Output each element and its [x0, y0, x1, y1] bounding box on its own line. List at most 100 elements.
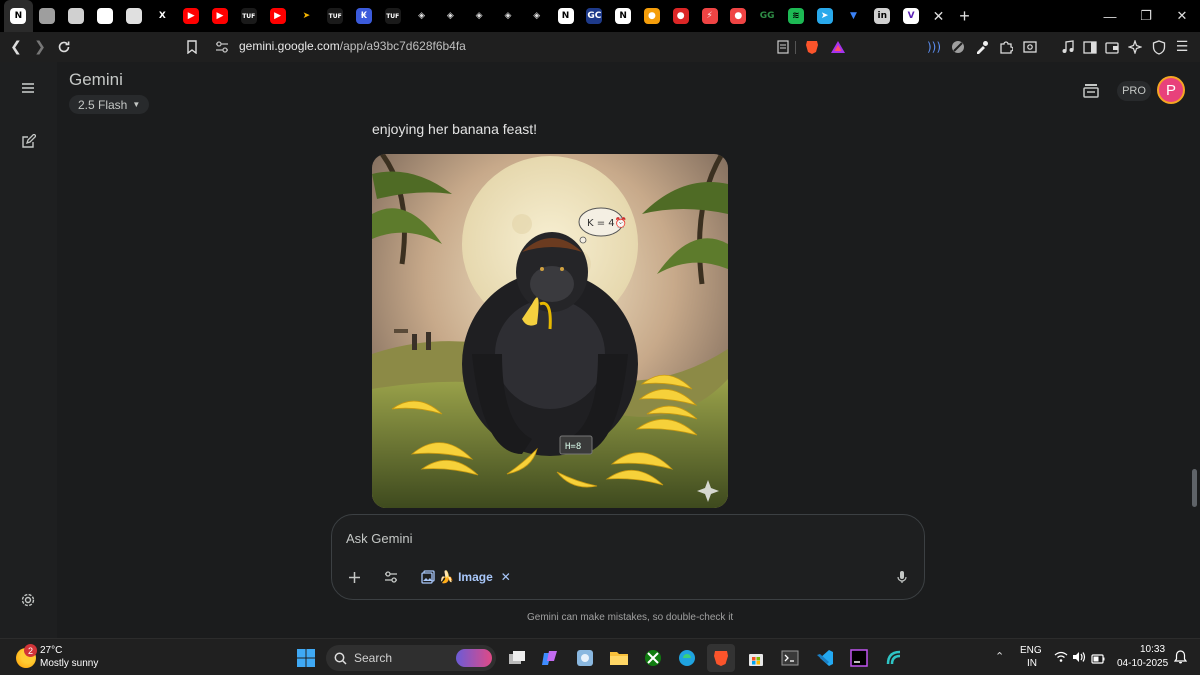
region-label[interactable]: IN: [1027, 658, 1037, 669]
xbox-button[interactable]: [639, 644, 667, 672]
browser-tab[interactable]: ⚡: [695, 0, 724, 32]
start-button[interactable]: [292, 644, 320, 672]
pro-badge[interactable]: PRO: [1117, 81, 1151, 101]
minimize-button[interactable]: —: [1092, 0, 1128, 32]
avatar[interactable]: P: [1157, 76, 1185, 104]
language-label[interactable]: ENG: [1020, 645, 1042, 656]
browser-tab[interactable]: GG: [753, 0, 782, 32]
close-window-button[interactable]: ✕: [1164, 0, 1200, 32]
forward-button[interactable]: ❯: [28, 35, 52, 59]
browser-tab[interactable]: [90, 0, 119, 32]
file-explorer-button[interactable]: [605, 644, 633, 672]
notifications-icon[interactable]: [1173, 650, 1188, 669]
media-playing-icon[interactable]: ))): [922, 35, 946, 59]
browser-tab[interactable]: ▶: [263, 0, 292, 32]
browser-tab[interactable]: [119, 0, 148, 32]
browser-tab[interactable]: ▼: [839, 0, 868, 32]
add-button[interactable]: [344, 567, 364, 587]
clock-date[interactable]: 04-10-2025: [1117, 658, 1168, 669]
brave-shields-button[interactable]: [800, 35, 824, 59]
tools-button[interactable]: [380, 567, 402, 587]
chat-actions-button[interactable]: [1082, 81, 1102, 103]
generated-image[interactable]: K = 4⏰ H=8: [372, 154, 728, 508]
browser-tab[interactable]: TUF: [378, 0, 407, 32]
browser-tab[interactable]: [62, 0, 91, 32]
menu-icon[interactable]: ☰: [1170, 35, 1194, 59]
music-icon[interactable]: [1056, 35, 1080, 59]
extension-block-icon[interactable]: [946, 35, 970, 59]
volume-icon[interactable]: [1072, 650, 1086, 668]
browser-tab[interactable]: TUF: [321, 0, 350, 32]
scrollbar[interactable]: [1192, 469, 1197, 507]
photos-app-button[interactable]: [571, 644, 599, 672]
eyedropper-icon[interactable]: [970, 35, 994, 59]
vscode-button[interactable]: [811, 644, 839, 672]
battery-icon[interactable]: [1091, 651, 1105, 669]
jetbrains-button[interactable]: [845, 644, 873, 672]
wave-app-button[interactable]: [880, 644, 908, 672]
browser-tab[interactable]: ◈: [522, 0, 551, 32]
browser-tab[interactable]: ₭: [350, 0, 379, 32]
browser-tab[interactable]: ◈: [494, 0, 523, 32]
browser-tab[interactable]: ◈: [407, 0, 436, 32]
brave-taskbar-button[interactable]: [707, 644, 735, 672]
browser-tab[interactable]: ▶: [177, 0, 206, 32]
git-icon: ◈: [499, 8, 516, 24]
browser-tab[interactable]: ◈: [436, 0, 465, 32]
browser-tab[interactable]: ●: [724, 0, 753, 32]
browser-tab[interactable]: GC: [580, 0, 609, 32]
copilot-button[interactable]: [536, 644, 564, 672]
edge-button[interactable]: [673, 644, 701, 672]
new-tab-button[interactable]: +: [952, 0, 978, 32]
back-button[interactable]: ❮: [4, 35, 28, 59]
screenshot-icon[interactable]: [1018, 35, 1042, 59]
weather-widget[interactable]: 2 27°C Mostly sunny: [16, 644, 106, 671]
image-tool-chip[interactable]: 🍌 Image ✕: [418, 567, 514, 587]
vpn-icon[interactable]: [1147, 35, 1171, 59]
browser-tab[interactable]: V: [897, 0, 926, 32]
model-selector[interactable]: 2.5 Flash ▼: [69, 95, 150, 114]
browser-tab[interactable]: ➤: [810, 0, 839, 32]
taskbar-search[interactable]: Search: [326, 645, 496, 671]
reload-button[interactable]: [52, 35, 76, 59]
browser-tab[interactable]: ≋: [782, 0, 811, 32]
wallet-icon[interactable]: [1100, 35, 1124, 59]
site-settings-button[interactable]: [210, 35, 234, 59]
settings-button[interactable]: [16, 588, 40, 612]
browser-tab[interactable]: ➤: [292, 0, 321, 32]
extensions-icon[interactable]: [994, 35, 1018, 59]
browser-tab[interactable]: ▶: [206, 0, 235, 32]
xbox-icon: [645, 650, 661, 666]
openai-icon: [39, 8, 56, 24]
microphone-button[interactable]: [894, 567, 910, 587]
new-chat-button[interactable]: [16, 129, 40, 153]
terminal-button[interactable]: [776, 644, 804, 672]
browser-tab[interactable]: TUF: [234, 0, 263, 32]
browser-tab[interactable]: X: [148, 0, 177, 32]
bookmark-button[interactable]: [180, 35, 204, 59]
browser-tab[interactable]: ◈: [465, 0, 494, 32]
address-bar[interactable]: gemini.google.com/app/a93bc7d628f6b4fa: [239, 39, 466, 53]
tray-overflow-icon[interactable]: ⌃: [995, 650, 1004, 663]
main-menu-button[interactable]: [16, 76, 40, 100]
clock-time[interactable]: 10:33: [1140, 644, 1165, 655]
close-tab-icon[interactable]: ✕: [926, 0, 952, 32]
brave-rewards-button[interactable]: [826, 35, 850, 59]
browser-tab[interactable]: ●: [666, 0, 695, 32]
remove-chip-icon[interactable]: ✕: [501, 570, 511, 584]
prompt-input[interactable]: [346, 527, 746, 549]
reader-mode-button[interactable]: [771, 35, 795, 59]
leo-ai-icon[interactable]: [1123, 35, 1147, 59]
wifi-icon[interactable]: [1054, 650, 1068, 668]
browser-tab[interactable]: ●: [638, 0, 667, 32]
browser-tab[interactable]: N: [4, 0, 33, 32]
task-view-button[interactable]: [503, 644, 531, 672]
store-button[interactable]: [742, 644, 770, 672]
browser-tab[interactable]: N: [609, 0, 638, 32]
git-icon: ◈: [442, 8, 459, 24]
browser-tab[interactable]: [33, 0, 62, 32]
sidebar-toggle-icon[interactable]: [1078, 35, 1102, 59]
browser-tab[interactable]: N: [551, 0, 580, 32]
restore-button[interactable]: ❐: [1128, 0, 1164, 32]
browser-tab[interactable]: in: [868, 0, 897, 32]
